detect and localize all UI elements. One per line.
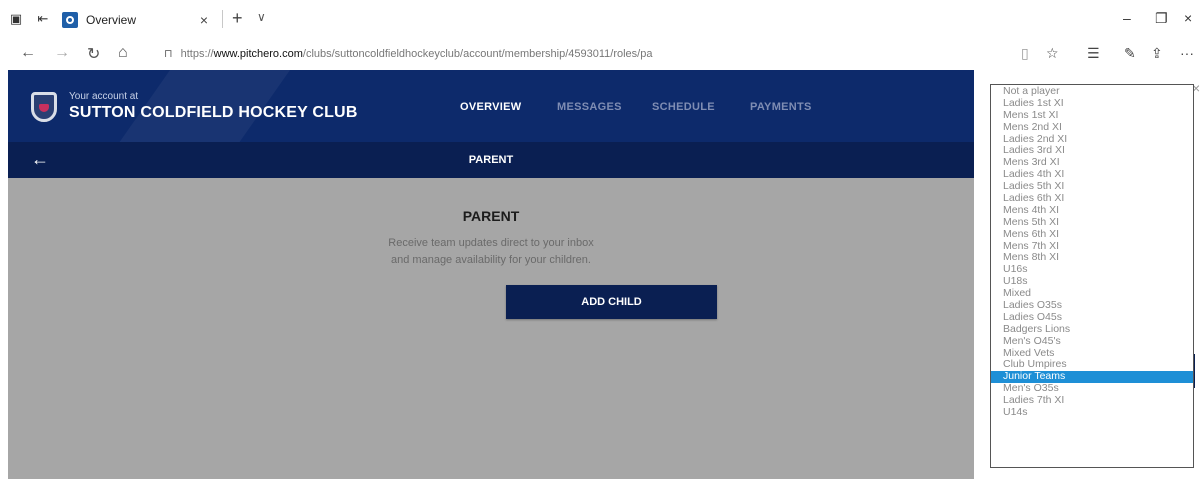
main-content: PARENT Receive team updates direct to yo… — [8, 178, 974, 479]
account-at-label: Your account at — [69, 91, 139, 102]
url-prefix: https:// — [180, 48, 214, 60]
tab-title: Overview — [86, 13, 137, 27]
description-line-2: and manage availability for your childre… — [391, 254, 591, 266]
nav-schedule[interactable]: SCHEDULE — [652, 101, 715, 113]
lock-icon: ⊓ — [164, 48, 173, 60]
window-close-icon[interactable]: × — [1184, 10, 1192, 26]
dropdown-option[interactable]: Badgers Lions — [991, 323, 1193, 336]
nav-payments[interactable]: PAYMENTS — [750, 101, 812, 113]
set-tabs-aside-icon[interactable]: ⇤ — [33, 9, 53, 29]
home-icon[interactable]: ⌂ — [118, 44, 128, 62]
dropdown-option[interactable]: Men's O45's — [991, 335, 1193, 348]
add-child-button[interactable]: ADD CHILD — [506, 285, 717, 319]
team-dropdown-list[interactable]: Not a player Ladies 1st XI Mens 1st XI Mens… — [990, 84, 1194, 468]
url-field[interactable]: ⊓ https://www.pitchero.com/clubs/suttonco… — [164, 47, 652, 60]
tab-list-chevron-icon[interactable]: ∨ — [257, 10, 266, 24]
club-name[interactable]: SUTTON COLDFIELD HOCKEY CLUB — [69, 104, 358, 122]
new-tab-icon[interactable]: + — [232, 8, 243, 29]
favorite-star-icon[interactable]: ☆ — [1046, 45, 1059, 62]
browser-tab-strip: ▣ ⇤ Overview × + ∨ – ❐ × — [0, 0, 1203, 38]
site-header: Your account at SUTTON COLDFIELD HOCKEY … — [8, 70, 974, 142]
dropdown-option[interactable]: Mens 2nd XI — [991, 121, 1193, 134]
pitchero-favicon-icon — [62, 12, 78, 28]
favorites-list-icon[interactable]: ☰ — [1087, 45, 1100, 62]
back-icon[interactable]: ← — [20, 44, 36, 62]
url-host: www.pitchero.com — [213, 48, 303, 60]
subbar-title: PARENT — [468, 154, 514, 166]
club-crest-icon[interactable] — [31, 92, 57, 122]
forward-icon[interactable]: → — [54, 44, 70, 62]
page-subbar: ← PARENT — [8, 142, 974, 178]
more-icon[interactable]: ··· — [1180, 45, 1194, 61]
minimize-icon[interactable]: – — [1123, 10, 1131, 26]
browser-address-bar: ← → ↻ ⌂ ⊓ https://www.pitchero.com/clubs/… — [0, 38, 1203, 70]
reading-view-icon[interactable]: ▯ — [1021, 45, 1029, 62]
dropdown-option[interactable]: Mens 5th XI — [991, 216, 1193, 229]
dropdown-option[interactable]: Mens 1st XI — [991, 109, 1193, 122]
maximize-icon[interactable]: ❐ — [1155, 10, 1168, 27]
tab-actions-icon[interactable]: ▣ — [6, 9, 26, 29]
dropdown-option[interactable]: Mens 4th XI — [991, 204, 1193, 217]
nav-messages[interactable]: MESSAGES — [557, 101, 622, 113]
nav-overview[interactable]: OVERVIEW — [460, 101, 522, 113]
dropdown-option[interactable]: Ladies 1st XI — [991, 97, 1193, 110]
pen-icon[interactable]: ✎ — [1124, 45, 1136, 62]
dropdown-option[interactable]: U14s — [991, 406, 1193, 419]
tab-close-icon[interactable]: × — [200, 12, 208, 28]
url-path: /clubs/suttoncoldfieldhockeyclub/account… — [302, 48, 653, 60]
tab-separator — [222, 10, 223, 28]
refresh-icon[interactable]: ↻ — [87, 44, 100, 64]
description-line-1: Receive team updates direct to your inbo… — [388, 237, 594, 249]
dropdown-option[interactable]: Mens 6th XI — [991, 228, 1193, 241]
share-icon[interactable]: ⇪ — [1151, 45, 1163, 62]
page-title: PARENT — [462, 208, 520, 224]
browser-tab-overview[interactable]: Overview × — [62, 6, 212, 34]
